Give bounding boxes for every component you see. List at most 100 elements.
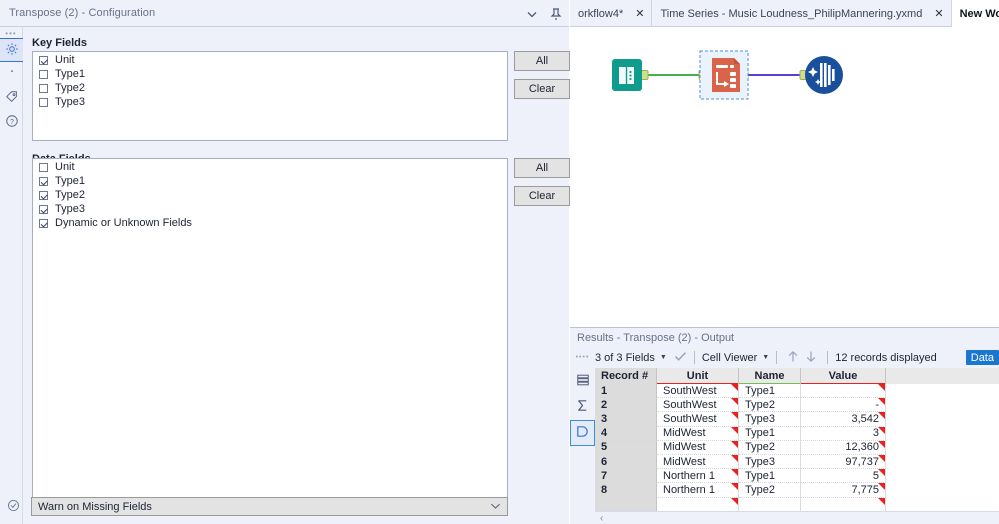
- list-item[interactable]: Dynamic or Unknown Fields: [33, 217, 507, 229]
- fields-selector[interactable]: 3 of 3 Fields ▼: [595, 352, 667, 364]
- results-table-rows-button[interactable]: [570, 368, 595, 394]
- tab-time-series-music-loudness[interactable]: Time Series - Music Loudness_PhilipManne…: [652, 0, 952, 27]
- checkbox-icon[interactable]: [39, 97, 48, 107]
- tab-label: New Workflow5*: [959, 7, 999, 20]
- rail-gear-icon-button[interactable]: [0, 38, 23, 62]
- checkbox-icon[interactable]: [39, 204, 48, 214]
- results-drag-handle[interactable]: ••••: [570, 354, 595, 361]
- cell-value[interactable]: 3,542: [801, 412, 886, 427]
- checkbox-icon[interactable]: [39, 69, 48, 79]
- grid-horizontal-scrollbar[interactable]: ‹: [595, 511, 999, 524]
- cell-name[interactable]: Type1: [739, 469, 801, 484]
- check-icon[interactable]: [674, 351, 687, 365]
- rail-refresh-icon-button[interactable]: [0, 62, 23, 86]
- cell-value[interactable]: 3: [801, 426, 886, 441]
- list-item[interactable]: Type3: [33, 96, 507, 108]
- checkbox-icon[interactable]: [39, 162, 48, 172]
- list-item[interactable]: Type2: [33, 82, 507, 94]
- list-item[interactable]: Type1: [33, 175, 507, 187]
- table-row[interactable]: 1 SouthWest Type1: [595, 384, 999, 399]
- checkbox-icon[interactable]: [39, 83, 48, 93]
- scroll-left-icon[interactable]: ‹: [595, 513, 603, 524]
- warning-flag-icon: [731, 469, 738, 477]
- warning-flag-icon: [878, 454, 885, 462]
- cell-value[interactable]: [801, 497, 886, 512]
- rail-drag-handle[interactable]: •••: [0, 27, 22, 38]
- workflow-canvas[interactable]: [570, 27, 999, 327]
- cell-viewer-label: Cell Viewer: [701, 351, 758, 364]
- tab-new-workflow5[interactable]: New Workflow5* ✕: [951, 0, 999, 27]
- cell-unit[interactable]: SouthWest: [657, 384, 739, 399]
- svg-text:?: ?: [10, 118, 14, 125]
- results-data-grid[interactable]: Record # Unit Name Value 1 SouthWest Typ…: [595, 368, 999, 524]
- cell-value[interactable]: 7,775: [801, 483, 886, 498]
- results-summary-button[interactable]: [570, 394, 595, 420]
- cell-name[interactable]: Type2: [739, 440, 801, 455]
- checkbox-icon[interactable]: [39, 218, 48, 228]
- cell-unit[interactable]: [657, 497, 739, 512]
- list-item[interactable]: Unit: [33, 161, 507, 173]
- chevron-down-icon[interactable]: [525, 7, 539, 21]
- checkbox-icon[interactable]: [39, 55, 48, 65]
- data-fields-all-button[interactable]: All: [514, 158, 570, 178]
- list-item[interactable]: Type1: [33, 68, 507, 80]
- list-item[interactable]: Type3: [33, 203, 507, 215]
- close-icon[interactable]: ✕: [635, 7, 644, 20]
- results-profile-button[interactable]: [570, 420, 595, 446]
- rail-tag-icon-button[interactable]: [0, 86, 23, 110]
- table-row[interactable]: 2 SouthWest Type2 -: [595, 398, 999, 413]
- cell-name[interactable]: Type1: [739, 426, 801, 441]
- warning-flag-icon: [878, 384, 885, 391]
- cell-name[interactable]: [739, 497, 801, 512]
- tab-workflow4[interactable]: orkflow4* ✕: [570, 0, 653, 27]
- column-header-name[interactable]: Name: [739, 368, 801, 385]
- cell-value[interactable]: 12,360: [801, 440, 886, 455]
- arrow-up-icon[interactable]: [784, 350, 802, 366]
- column-header-value[interactable]: Value: [801, 368, 886, 385]
- rail-help-icon-button[interactable]: ?: [0, 110, 23, 134]
- key-fields-all-button[interactable]: All: [514, 51, 570, 71]
- cell-unit[interactable]: Northern 1: [657, 469, 739, 484]
- cell-unit[interactable]: MidWest: [657, 440, 739, 455]
- cell-name[interactable]: Type3: [739, 412, 801, 427]
- cell-unit[interactable]: SouthWest: [657, 398, 739, 413]
- cell-unit[interactable]: Northern 1: [657, 483, 739, 498]
- cell-value[interactable]: 5: [801, 469, 886, 484]
- cell-value[interactable]: 97,737: [801, 454, 886, 470]
- close-icon[interactable]: ✕: [934, 7, 943, 20]
- key-fields-list[interactable]: Unit Type1 Type2 Type3: [32, 51, 508, 141]
- cell-name[interactable]: Type2: [739, 483, 801, 498]
- missing-fields-select[interactable]: Warn on Missing Fields: [31, 497, 508, 516]
- table-row[interactable]: 6 MidWest Type3 97,737: [595, 454, 999, 470]
- cell-value-text: 7,775: [851, 483, 879, 496]
- cell-unit[interactable]: MidWest: [657, 426, 739, 441]
- pin-icon[interactable]: [549, 7, 563, 21]
- cell-viewer-selector[interactable]: Cell Viewer ▼: [702, 352, 769, 364]
- table-row[interactable]: 8 Northern 1 Type2 7,775: [595, 483, 999, 498]
- table-row[interactable]: 7 Northern 1 Type1 5: [595, 469, 999, 484]
- column-header-record[interactable]: Record #: [595, 368, 657, 384]
- cell-unit[interactable]: MidWest: [657, 454, 739, 470]
- key-fields-clear-button[interactable]: Clear: [514, 79, 570, 99]
- list-item[interactable]: Type2: [33, 189, 507, 201]
- table-row-partial[interactable]: [595, 497, 999, 512]
- checkbox-icon[interactable]: [39, 190, 48, 200]
- checkbox-icon[interactable]: [39, 176, 48, 186]
- column-header-unit[interactable]: Unit: [657, 368, 739, 385]
- data-button[interactable]: Data: [965, 350, 999, 365]
- connection-input-to-transpose: [639, 70, 708, 80]
- list-item[interactable]: Unit: [33, 54, 507, 66]
- cell-unit[interactable]: SouthWest: [657, 412, 739, 427]
- table-row[interactable]: 3 SouthWest Type3 3,542: [595, 412, 999, 427]
- cell-name[interactable]: Type1: [739, 384, 801, 399]
- table-row[interactable]: 5 MidWest Type2 12,360: [595, 440, 999, 455]
- data-fields-list[interactable]: Unit Type1 Type2 Type3 Dynamic or Unknow…: [32, 158, 508, 498]
- fields-label: 3 of 3 Fields: [595, 351, 655, 364]
- data-fields-clear-button[interactable]: Clear: [514, 186, 570, 206]
- arrow-down-icon[interactable]: [802, 350, 820, 366]
- table-row[interactable]: 4 MidWest Type1 3: [595, 426, 999, 441]
- cell-value[interactable]: -: [801, 398, 886, 413]
- cell-name[interactable]: Type3: [739, 454, 801, 470]
- cell-name[interactable]: Type2: [739, 398, 801, 413]
- cell-value[interactable]: [801, 384, 886, 399]
